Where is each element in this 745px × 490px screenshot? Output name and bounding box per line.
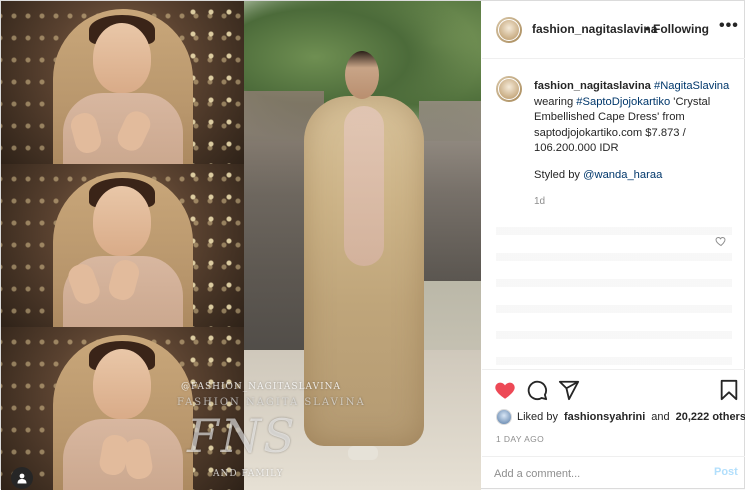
header-separator: • <box>645 22 650 36</box>
post-comment-button[interactable]: Post <box>714 466 738 478</box>
likes-count[interactable]: 20,222 others <box>676 411 745 423</box>
styled-by-line: Styled by @wanda_haraa <box>534 169 662 181</box>
caption-age: 1d <box>534 196 546 207</box>
more-options-icon[interactable]: ••• <box>719 17 739 35</box>
following-button[interactable]: Following <box>653 22 709 36</box>
instagram-post: @FASHION_NAGITASLAVINA FASHION NAGITA SL… <box>0 0 745 490</box>
styled-prefix: Styled by <box>534 169 584 181</box>
tagged-users-button[interactable] <box>11 467 33 489</box>
share-icon[interactable] <box>558 379 580 401</box>
watermark-handle: @FASHION_NAGITASLAVINA <box>181 382 342 392</box>
likes-line: Liked by fashionsyahrini and 20,222 othe… <box>496 408 745 426</box>
stylist-mention[interactable]: @wanda_haraa <box>583 169 662 181</box>
model-head <box>345 51 379 99</box>
post-sidebar: fashion_nagitaslavina • Following ••• fa… <box>482 1 745 490</box>
caption-section: fashion_nagitaslavina #NagitaSlavina wea… <box>482 59 745 369</box>
watermark-subtitle: AND FAMILY <box>213 469 284 479</box>
caption-avatar[interactable] <box>496 76 522 102</box>
watermark-name: FASHION NAGITA SLAVINA <box>177 397 366 408</box>
action-bar <box>482 369 745 409</box>
collage-panel-2 <box>1 164 244 327</box>
caption-hashtag[interactable]: #NagitaSlavina <box>654 80 729 92</box>
user-icon <box>17 473 27 484</box>
hidden-comments-area <box>496 209 732 369</box>
post-header: fashion_nagitaslavina • Following ••• <box>482 1 745 59</box>
comment-bar: Post <box>482 456 745 490</box>
caption-username[interactable]: fashion_nagitaslavina <box>534 80 651 92</box>
author-username[interactable]: fashion_nagitaslavina <box>532 22 657 36</box>
model-gown <box>304 96 424 446</box>
bookmark-icon[interactable] <box>718 379 740 401</box>
post-image[interactable]: @FASHION_NAGITASLAVINA FASHION NAGITA SL… <box>1 1 481 490</box>
watermark-monogram: FNS <box>187 409 297 463</box>
caption-text: fashion_nagitaslavina #NagitaSlavina wea… <box>534 79 734 157</box>
post-timestamp: 1 DAY AGO <box>496 434 545 444</box>
collage-panel-1 <box>1 1 244 164</box>
comment-input[interactable] <box>494 465 694 483</box>
comment-like-icon[interactable] <box>715 235 727 247</box>
caption-brand-hashtag[interactable]: #SaptoDjojokartiko <box>576 96 670 108</box>
liker-avatar[interactable] <box>496 409 512 425</box>
liker-username[interactable]: fashionsyahrini <box>564 411 645 423</box>
caption-text-1: wearing <box>534 95 577 108</box>
likes-prefix: Liked by <box>517 411 558 423</box>
comment-icon[interactable] <box>526 379 548 401</box>
author-avatar[interactable] <box>496 17 522 43</box>
heart-filled-icon[interactable] <box>494 379 516 401</box>
likes-and: and <box>651 411 670 423</box>
